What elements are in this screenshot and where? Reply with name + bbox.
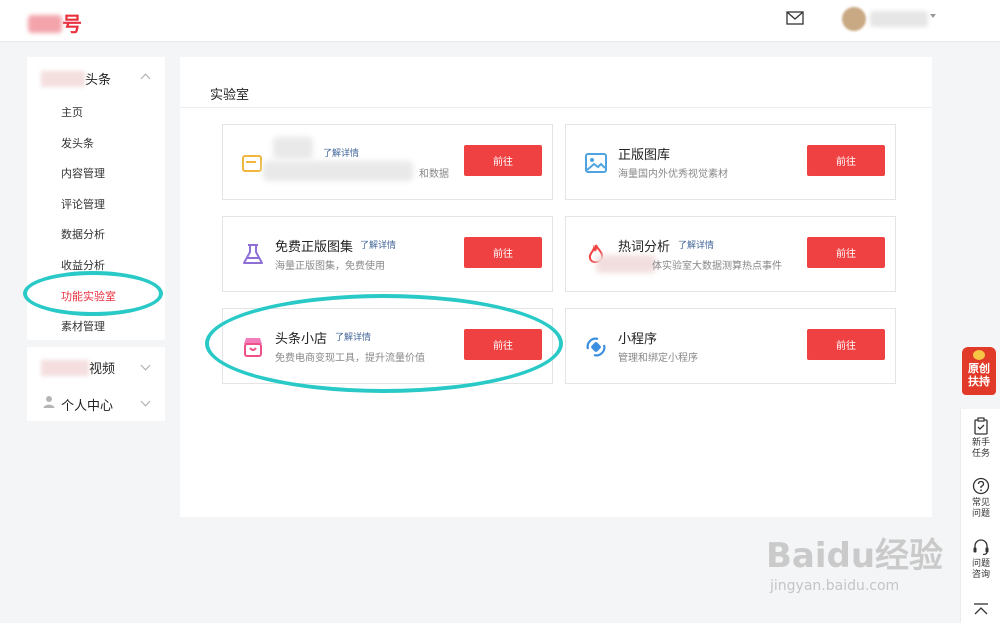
divider [180, 107, 932, 108]
sidebar-item-post[interactable]: 发头条 [61, 135, 94, 151]
original-support-badge[interactable]: 原创 扶持 [962, 347, 996, 395]
go-button[interactable]: 前往 [464, 145, 542, 176]
image-icon [585, 153, 607, 173]
tool-label: 问题 [971, 558, 990, 568]
folder-chart-icon [242, 155, 262, 172]
chevron-down-icon[interactable] [930, 14, 936, 18]
tool-newbie-tasks[interactable]: 新手 任务 [961, 417, 1000, 459]
mail-icon[interactable] [786, 11, 804, 25]
group-name-blur [41, 360, 89, 376]
baidu-watermark: Baidu经验 [766, 536, 944, 576]
person-icon [43, 396, 55, 408]
card-detail-link[interactable]: 了解详情 [323, 146, 359, 159]
mini-program-icon [586, 337, 606, 357]
go-button[interactable]: 前往 [807, 237, 885, 268]
go-button[interactable]: 前往 [807, 329, 885, 360]
badge-line2: 扶持 [968, 376, 990, 388]
float-toolbar: 新手 任务 常见 问题 问题 咨询 [960, 409, 1000, 623]
card-detail-link[interactable]: 了解详情 [678, 238, 714, 251]
desc-blur [596, 255, 656, 273]
desc-blur [263, 161, 413, 181]
tool-consult[interactable]: 问题 咨询 [961, 538, 1000, 580]
sidebar-item-comments[interactable]: 评论管理 [61, 196, 105, 212]
tool-label: 问题 [971, 508, 990, 518]
go-button[interactable]: 前往 [464, 237, 542, 268]
main-panel: 实验室 了解详情 和数据 前往 正版图库 海量国内外优秀视觉素材 前往 免费正版… [180, 57, 932, 517]
card-title: 热词分析 [618, 239, 671, 254]
badge-line1: 原创 [968, 363, 990, 375]
highlight-ring-shop [205, 294, 563, 393]
sidebar-group-header[interactable]: 头条 [41, 69, 111, 88]
lab-card-stock-images: 正版图库 海量国内外优秀视觉素材 前往 [565, 124, 896, 200]
headset-icon [973, 539, 989, 556]
chevron-up-icon[interactable] [140, 73, 151, 84]
card-title: 正版图库 [618, 147, 671, 162]
title-blur [273, 137, 313, 159]
logo-blur [28, 15, 62, 33]
baidu-watermark-url: jingyan.baidu.com [770, 578, 900, 594]
card-desc: 管理和绑定小程序 [618, 353, 698, 364]
card-desc: 海量国内外优秀视觉素材 [618, 169, 728, 180]
sidebar-group-other: 视频 个人中心 [27, 347, 165, 421]
logo-text: 号 [62, 14, 83, 36]
question-icon [972, 477, 990, 495]
coin-icon [973, 350, 985, 360]
highlight-ring-sidebar [23, 271, 163, 316]
tool-label: 任务 [971, 448, 990, 458]
sidebar-item-materials[interactable]: 素材管理 [61, 318, 105, 334]
lab-card-miniapp: 小程序 管理和绑定小程序 前往 [565, 308, 896, 384]
sidebar-item-home[interactable]: 主页 [61, 104, 83, 120]
chevron-down-icon[interactable] [140, 360, 151, 371]
card-title: 小程序 [618, 331, 658, 346]
avatar[interactable] [842, 7, 866, 31]
back-to-top-icon[interactable] [973, 602, 989, 616]
tool-faq[interactable]: 常见 问题 [961, 477, 1000, 519]
lab-card-hotword: 热词分析 了解详情 体实验室大数据测算热点事件 前往 [565, 216, 896, 292]
username-blurred[interactable] [870, 11, 928, 27]
sidebar-group-video[interactable]: 视频 [41, 358, 115, 377]
lab-card-free-gallery: 免费正版图集 了解详情 海量正版图集，免费使用 前往 [222, 216, 553, 292]
tool-label: 新手 [971, 437, 990, 447]
flask-icon [243, 244, 263, 264]
sidebar-group-profile[interactable]: 个人中心 [61, 395, 113, 414]
page-title: 实验室 [210, 87, 250, 102]
sidebar-group-label: 头条 [85, 72, 112, 87]
tool-label: 常见 [971, 497, 990, 507]
top-bar: 号 [0, 0, 1000, 42]
sidebar-group-video-label: 视频 [89, 361, 116, 376]
clipboard-icon [974, 417, 988, 435]
lab-card-blurred: 了解详情 和数据 前往 [222, 124, 553, 200]
card-detail-link[interactable]: 了解详情 [360, 238, 396, 251]
sidebar-item-content[interactable]: 内容管理 [61, 165, 105, 181]
card-title: 免费正版图集 [275, 239, 354, 254]
group-name-blur [41, 71, 85, 87]
sidebar-item-data[interactable]: 数据分析 [61, 226, 105, 242]
card-desc: 海量正版图集，免费使用 [275, 261, 385, 272]
card-desc: 和数据 [419, 169, 449, 180]
chevron-down-icon[interactable] [140, 396, 151, 407]
tool-label: 咨询 [971, 569, 990, 579]
go-button[interactable]: 前往 [807, 145, 885, 176]
card-desc: 体实验室大数据测算热点事件 [652, 261, 782, 272]
logo[interactable]: 号 [28, 8, 83, 37]
